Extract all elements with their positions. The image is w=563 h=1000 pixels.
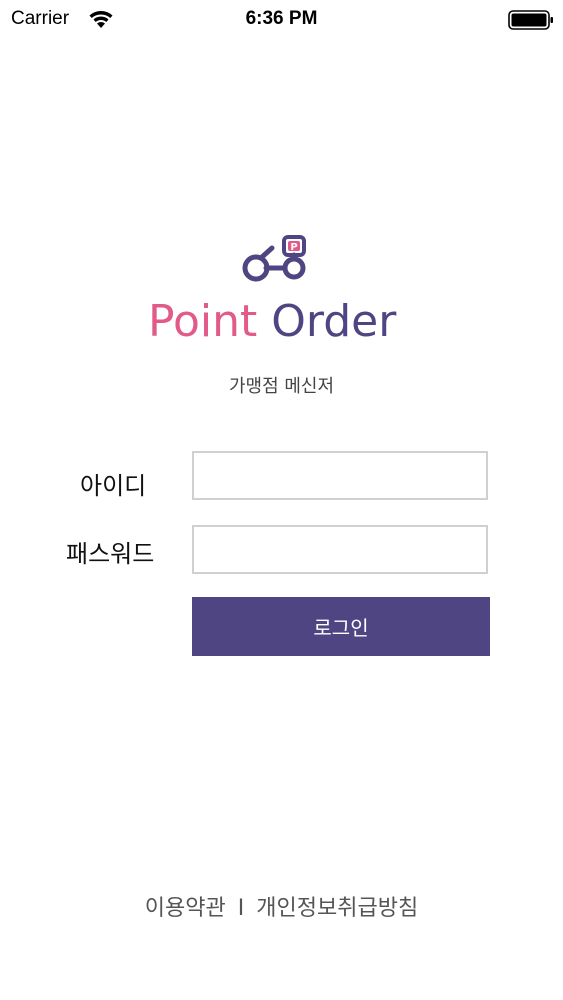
logo-word-order: Order (271, 296, 397, 347)
footer-separator: I (237, 896, 245, 921)
terms-link[interactable]: 이용약관 (145, 896, 226, 921)
status-bar: Carrier 6:36 PM (0, 0, 563, 40)
id-input[interactable] (192, 451, 488, 500)
footer-links: 이용약관 I 개인정보취급방침 (0, 890, 563, 922)
password-input[interactable] (192, 525, 488, 574)
id-label: 아이디 (80, 472, 147, 500)
privacy-policy-link[interactable]: 개인정보취급방침 (256, 896, 418, 921)
app-subtitle: 가맹점 메신저 (228, 376, 335, 397)
password-label: 패스워드 (66, 540, 155, 568)
battery-icon (508, 10, 553, 30)
clock: 6:36 PM (245, 8, 318, 29)
logo-badge-letter: P (290, 242, 297, 253)
point-order-logo-icon: P (242, 235, 306, 282)
login-button[interactable]: 로그인 (192, 597, 490, 656)
logo-wordmark: Point Order (148, 294, 418, 350)
logo-word-point: Point (148, 296, 258, 347)
